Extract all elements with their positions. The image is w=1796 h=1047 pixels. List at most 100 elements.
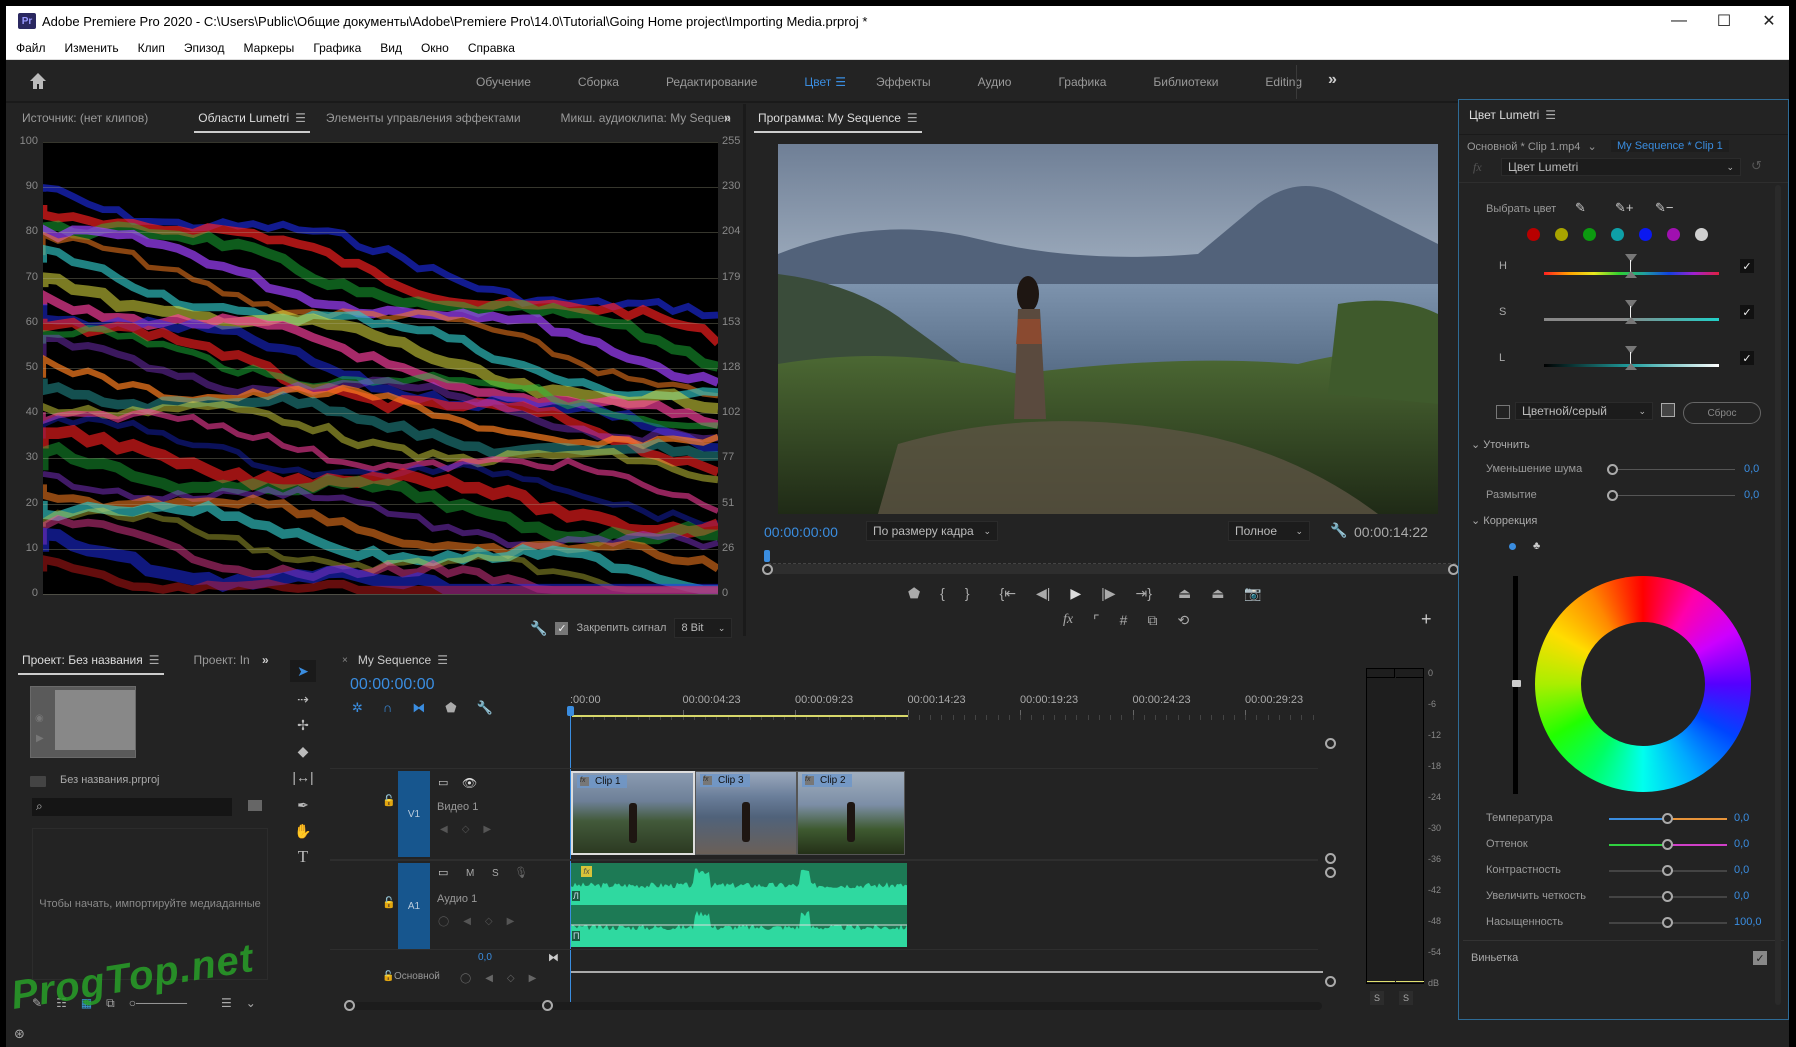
play-button[interactable]: ▶: [1070, 585, 1081, 602]
go-to-in-button[interactable]: {⇤: [1000, 585, 1016, 602]
timeline-settings-icon[interactable]: 🔧: [477, 700, 493, 716]
correction-row-value[interactable]: 0,0: [1734, 812, 1749, 824]
grid-button[interactable]: #: [1120, 612, 1128, 629]
creative-cloud-icon[interactable]: ⊛: [14, 1026, 25, 1042]
toggle-track-output-icon[interactable]: 👁: [462, 776, 477, 790]
vertical-zoom-handle[interactable]: [1325, 853, 1336, 864]
menu-view[interactable]: Вид: [370, 41, 411, 55]
refine-section-toggle[interactable]: ⌄ Уточнить: [1471, 438, 1530, 451]
workspace-overflow-button[interactable]: »: [1328, 71, 1337, 89]
menu-sequence[interactable]: Эпизод: [174, 41, 234, 55]
export-frame-button[interactable]: 📷: [1244, 585, 1261, 602]
color-gray-select[interactable]: Цветной/серый ⌄: [1515, 402, 1653, 420]
nest-toggle-icon[interactable]: ✲: [352, 700, 363, 716]
color-swatch[interactable]: [1611, 228, 1624, 241]
correction-row-value[interactable]: 0,0: [1734, 890, 1749, 902]
tab-project-in[interactable]: Проект: In: [184, 653, 260, 667]
refine-slider-track[interactable]: [1615, 469, 1735, 470]
menu-markers[interactable]: Маркеры: [233, 41, 303, 55]
video-clip[interactable]: Clip 3 fx: [695, 771, 797, 855]
minimize-button[interactable]: —: [1656, 6, 1702, 36]
clamp-signal-checkbox[interactable]: ✓: [555, 621, 569, 635]
correction-section-toggle[interactable]: ⌄ Коррекция: [1471, 514, 1537, 527]
color-wheel[interactable]: [1535, 576, 1751, 792]
tab-lumetri-color[interactable]: Цвет Lumetri ☰: [1459, 108, 1566, 122]
hsl-s-checkbox[interactable]: ✓: [1740, 305, 1754, 319]
chevron-down-icon[interactable]: ⌄: [246, 996, 256, 1011]
track-target-a1[interactable]: A1: [398, 863, 430, 949]
panel-menu-icon[interactable]: ☰: [295, 111, 306, 125]
reset-effect-icon[interactable]: ↺: [1751, 158, 1762, 174]
add-marker-icon[interactable]: ⬟: [445, 700, 456, 716]
playhead-handle[interactable]: [567, 706, 574, 716]
menu-clip[interactable]: Клип: [128, 41, 174, 55]
keyframe-nav-master[interactable]: ◯◀◇▶: [460, 973, 550, 984]
sort-icon[interactable]: ☰: [221, 996, 232, 1011]
color-swatch[interactable]: [1583, 228, 1596, 241]
button-editor-plus[interactable]: +: [1421, 609, 1432, 630]
menu-window[interactable]: Окно: [411, 41, 458, 55]
menu-help[interactable]: Справка: [458, 41, 524, 55]
tab-program[interactable]: Программа: My Sequence ☰: [748, 111, 928, 133]
razor-tool-icon[interactable]: ◆: [290, 740, 316, 762]
effect-select[interactable]: Цвет Lumetri ⌄: [1501, 158, 1741, 176]
track-target-v1[interactable]: V1: [398, 771, 430, 857]
video-clip[interactable]: Clip 2 fx: [797, 771, 905, 855]
workspace-tab-graphics[interactable]: Графика: [1058, 75, 1106, 89]
playback-resolution-select[interactable]: Полное ⌄: [1228, 521, 1310, 541]
tab-project-untitled[interactable]: Проект: Без названия ☰: [12, 653, 170, 675]
refine-slider-knob[interactable]: [1607, 464, 1618, 475]
workspace-tab-libraries[interactable]: Библиотеки: [1153, 75, 1218, 89]
extract-button[interactable]: ⏏: [1211, 585, 1224, 602]
mute-track-button[interactable]: M: [466, 868, 474, 879]
hsl-l-checkbox[interactable]: ✓: [1740, 351, 1754, 365]
track-select-tool-icon[interactable]: ⇢: [290, 688, 316, 710]
tab-audio-clip-mixer[interactable]: Микш. аудиоклипа: My Sequen: [551, 111, 741, 125]
program-time-ruler[interactable]: [768, 544, 1456, 564]
timeline-horizontal-scrollbar[interactable]: [344, 1002, 1322, 1010]
workspace-tab-learning[interactable]: Обучение: [476, 75, 531, 89]
home-button[interactable]: [28, 71, 50, 93]
correction-slider-knob[interactable]: [1662, 891, 1673, 902]
master-track-collapse-icon[interactable]: ⧓: [548, 951, 559, 964]
solo-track-button[interactable]: S: [492, 868, 499, 879]
vertical-zoom-handle[interactable]: [1325, 976, 1336, 987]
mark-out-button[interactable]: }: [965, 585, 970, 602]
zoom-fit-select[interactable]: По размеру кадра ⌄: [866, 521, 998, 541]
maximize-button[interactable]: ☐: [1701, 6, 1747, 36]
scrollbar-handle-left[interactable]: [762, 564, 773, 575]
single-wheel-toggle[interactable]: [1509, 543, 1516, 550]
correction-row-value[interactable]: 100,0: [1734, 916, 1762, 928]
lock-track-a1-icon[interactable]: 🔓: [382, 896, 396, 909]
selection-tool-icon[interactable]: ➤: [290, 660, 316, 682]
hand-tool-icon[interactable]: ✋: [290, 820, 316, 842]
panel-menu-icon[interactable]: ☰: [1545, 108, 1556, 122]
color-swatch[interactable]: [1527, 228, 1540, 241]
snap-icon[interactable]: ∩: [383, 700, 392, 716]
solo-right-button[interactable]: S: [1399, 991, 1413, 1005]
tab-source[interactable]: Источник: (нет клипов): [12, 111, 158, 125]
keyframe-nav-a1[interactable]: ◯◀◇▶: [438, 916, 528, 927]
hsl-range-handle-bottom[interactable]: [1625, 363, 1637, 370]
hsl-h-checkbox[interactable]: ✓: [1740, 259, 1754, 273]
correction-slider-knob[interactable]: [1662, 839, 1673, 850]
three-wheels-toggle[interactable]: ♣: [1533, 540, 1540, 552]
correction-row-value[interactable]: 0,0: [1734, 864, 1749, 876]
panel-overflow-icon[interactable]: »: [262, 653, 269, 667]
color-swatch[interactable]: [1667, 228, 1680, 241]
hsl-range-handle-top[interactable]: [1625, 254, 1637, 262]
step-back-button[interactable]: ◀|: [1036, 585, 1050, 602]
sequence-clip-tab[interactable]: My Sequence * Clip 1: [1611, 140, 1729, 152]
menu-edit[interactable]: Изменить: [55, 41, 128, 55]
toggle-sync-lock-a1-icon[interactable]: ▭: [438, 866, 448, 879]
workspace-tab-assembly[interactable]: Сборка: [578, 75, 619, 89]
workspace-tab-audio[interactable]: Аудио: [978, 75, 1012, 89]
hsl-range-handle-bottom[interactable]: [1625, 317, 1637, 324]
mark-in-button[interactable]: {: [940, 585, 945, 602]
color-swatch[interactable]: [1639, 228, 1652, 241]
color-swatch[interactable]: [1695, 228, 1708, 241]
hsl-range-handle-top[interactable]: [1625, 300, 1637, 308]
slip-tool-icon[interactable]: |↔|: [290, 766, 316, 788]
invert-mask-icon[interactable]: [1661, 403, 1675, 417]
go-to-out-button[interactable]: ⇥}: [1136, 585, 1152, 602]
